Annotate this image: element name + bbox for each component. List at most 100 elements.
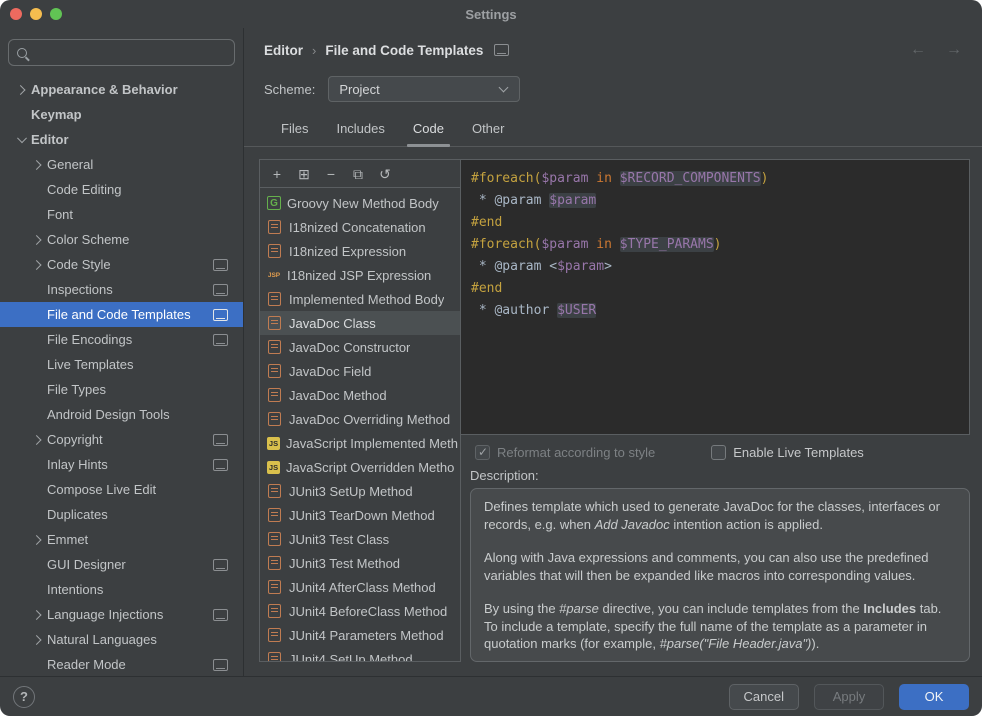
minimize-button[interactable] <box>30 8 42 20</box>
template-item-javadoc-method[interactable]: JavaDoc Method <box>260 383 460 407</box>
chevron-collapsed-icon[interactable] <box>30 157 45 172</box>
sidebar-item-duplicates[interactable]: Duplicates <box>0 502 243 527</box>
sidebar-item-live-templates[interactable]: Live Templates <box>0 352 243 377</box>
template-item-javadoc-overriding-method[interactable]: JavaDoc Overriding Method <box>260 407 460 431</box>
template-template-icon <box>268 340 281 354</box>
sidebar-item-font[interactable]: Font <box>0 202 243 227</box>
template-item-groovy-new-method-body[interactable]: GGroovy New Method Body <box>260 191 460 215</box>
description-paragraph: Defines template which used to generate … <box>484 498 956 533</box>
breadcrumb-editor[interactable]: Editor <box>264 43 303 58</box>
chevron-expanded-icon[interactable] <box>14 132 29 147</box>
reformat-checkbox[interactable]: Reformat according to style <box>475 445 655 460</box>
template-item-javadoc-class[interactable]: JavaDoc Class <box>260 311 460 335</box>
sidebar-item-inlay-hints[interactable]: Inlay Hints <box>0 452 243 477</box>
main-panel: Editor › File and Code Templates ← → Sch… <box>244 28 982 676</box>
forward-button[interactable]: → <box>946 41 962 59</box>
template-item-junit3-test-method[interactable]: JUnit3 Test Method <box>260 551 460 575</box>
sidebar-item-emmet[interactable]: Emmet <box>0 527 243 552</box>
sidebar-item-reader-mode[interactable]: Reader Mode <box>0 652 243 676</box>
chevron-collapsed-icon[interactable] <box>30 232 45 247</box>
template-item-junit3-teardown-method[interactable]: JUnit3 TearDown Method <box>260 503 460 527</box>
template-item-javadoc-constructor[interactable]: JavaDoc Constructor <box>260 335 460 359</box>
template-item-javascript-implemented-meth[interactable]: JSJavaScript Implemented Meth <box>260 431 460 455</box>
tab-includes[interactable]: Includes <box>322 112 398 146</box>
scheme-select[interactable]: Project <box>328 76 520 102</box>
chevron-collapsed-icon[interactable] <box>30 432 45 447</box>
tab-other[interactable]: Other <box>458 112 519 146</box>
chevron-collapsed-icon[interactable] <box>30 607 45 622</box>
tab-code[interactable]: Code <box>399 112 458 146</box>
jsp-template-icon: JSP <box>267 268 281 282</box>
cancel-button[interactable]: Cancel <box>729 684 799 710</box>
add-icon[interactable]: + <box>269 166 285 182</box>
description-panel[interactable]: Defines template which used to generate … <box>470 488 970 662</box>
template-item-i18nized-concatenation[interactable]: I18nized Concatenation <box>260 215 460 239</box>
sidebar-item-code-editing[interactable]: Code Editing <box>0 177 243 202</box>
sidebar-item-keymap[interactable]: Keymap <box>0 102 243 127</box>
sidebar-item-compose-live-edit[interactable]: Compose Live Edit <box>0 477 243 502</box>
sidebar-item-file-encodings[interactable]: File Encodings <box>0 327 243 352</box>
template-template-icon <box>268 556 281 570</box>
template-item-junit4-setup-method[interactable]: JUnit4 SetUp Method <box>260 647 460 661</box>
close-button[interactable] <box>10 8 22 20</box>
tab-files[interactable]: Files <box>267 112 322 146</box>
create-child-template-icon[interactable]: ⊞ <box>296 166 312 182</box>
template-item-javadoc-field[interactable]: JavaDoc Field <box>260 359 460 383</box>
sidebar-item-gui-designer[interactable]: GUI Designer <box>0 552 243 577</box>
template-item-i18nized-expression[interactable]: I18nized Expression <box>260 239 460 263</box>
chevron-spacer <box>30 282 45 297</box>
tabs: FilesIncludesCodeOther <box>244 112 982 147</box>
sidebar-item-label: Reader Mode <box>47 657 126 672</box>
sidebar-item-appearance-behavior[interactable]: Appearance & Behavior <box>0 77 243 102</box>
options-row: Reformat according to style Enable Live … <box>461 437 970 468</box>
template-item-i18nized-jsp-expression[interactable]: JSPI18nized JSP Expression <box>260 263 460 287</box>
chevron-collapsed-icon[interactable] <box>30 532 45 547</box>
template-item-junit4-afterclass-method[interactable]: JUnit4 AfterClass Method <box>260 575 460 599</box>
template-item-implemented-method-body[interactable]: Implemented Method Body <box>260 287 460 311</box>
sidebar-item-natural-languages[interactable]: Natural Languages <box>0 627 243 652</box>
sidebar-item-copyright[interactable]: Copyright <box>0 427 243 452</box>
chevron-collapsed-icon[interactable] <box>14 82 29 97</box>
chevron-spacer <box>30 332 45 347</box>
live-templates-checkbox[interactable]: Enable Live Templates <box>711 445 864 460</box>
template-item-junit4-beforeclass-method[interactable]: JUnit4 BeforeClass Method <box>260 599 460 623</box>
template-item-label: JavaScript Overridden Metho <box>286 460 454 475</box>
back-button[interactable]: ← <box>910 41 926 59</box>
settings-scope-icon <box>213 459 228 471</box>
template-item-label: I18nized Expression <box>289 244 406 259</box>
search-box[interactable] <box>8 39 235 66</box>
code-editor[interactable]: #foreach($param in $RECORD_COMPONENTS) *… <box>461 159 970 435</box>
sidebar-item-label: Intentions <box>47 582 103 597</box>
settings-scope-icon <box>213 609 228 621</box>
settings-scope-icon <box>213 284 228 296</box>
remove-icon[interactable]: − <box>323 166 339 182</box>
ok-button[interactable]: OK <box>899 684 969 710</box>
chevron-spacer <box>30 457 45 472</box>
sidebar-item-language-injections[interactable]: Language Injections <box>0 602 243 627</box>
sidebar-item-editor[interactable]: Editor <box>0 127 243 152</box>
sidebar-item-file-types[interactable]: File Types <box>0 377 243 402</box>
window-title: Settings <box>465 7 516 22</box>
copy-icon[interactable]: ⧉ <box>350 166 366 182</box>
code-line: #foreach($param in $RECORD_COMPONENTS) <box>471 168 959 190</box>
reset-to-default-icon[interactable]: ↺ <box>377 166 393 182</box>
chevron-collapsed-icon[interactable] <box>30 632 45 647</box>
template-item-junit3-test-class[interactable]: JUnit3 Test Class <box>260 527 460 551</box>
template-item-javascript-overridden-metho[interactable]: JSJavaScript Overridden Metho <box>260 455 460 479</box>
zoom-button[interactable] <box>50 8 62 20</box>
sidebar-item-file-and-code-templates[interactable]: File and Code Templates <box>0 302 243 327</box>
sidebar-item-intentions[interactable]: Intentions <box>0 577 243 602</box>
sidebar-item-android-design-tools[interactable]: Android Design Tools <box>0 402 243 427</box>
apply-button[interactable]: Apply <box>814 684 884 710</box>
settings-search-input[interactable] <box>34 44 226 61</box>
template-item-label: JavaDoc Overriding Method <box>289 412 450 427</box>
template-item-junit3-setup-method[interactable]: JUnit3 SetUp Method <box>260 479 460 503</box>
sidebar-item-inspections[interactable]: Inspections <box>0 277 243 302</box>
chevron-collapsed-icon[interactable] <box>30 257 45 272</box>
sidebar-item-color-scheme[interactable]: Color Scheme <box>0 227 243 252</box>
template-item-junit4-parameters-method[interactable]: JUnit4 Parameters Method <box>260 623 460 647</box>
sidebar-item-general[interactable]: General <box>0 152 243 177</box>
help-button[interactable]: ? <box>13 686 35 708</box>
live-templates-label: Enable Live Templates <box>733 445 864 460</box>
sidebar-item-code-style[interactable]: Code Style <box>0 252 243 277</box>
